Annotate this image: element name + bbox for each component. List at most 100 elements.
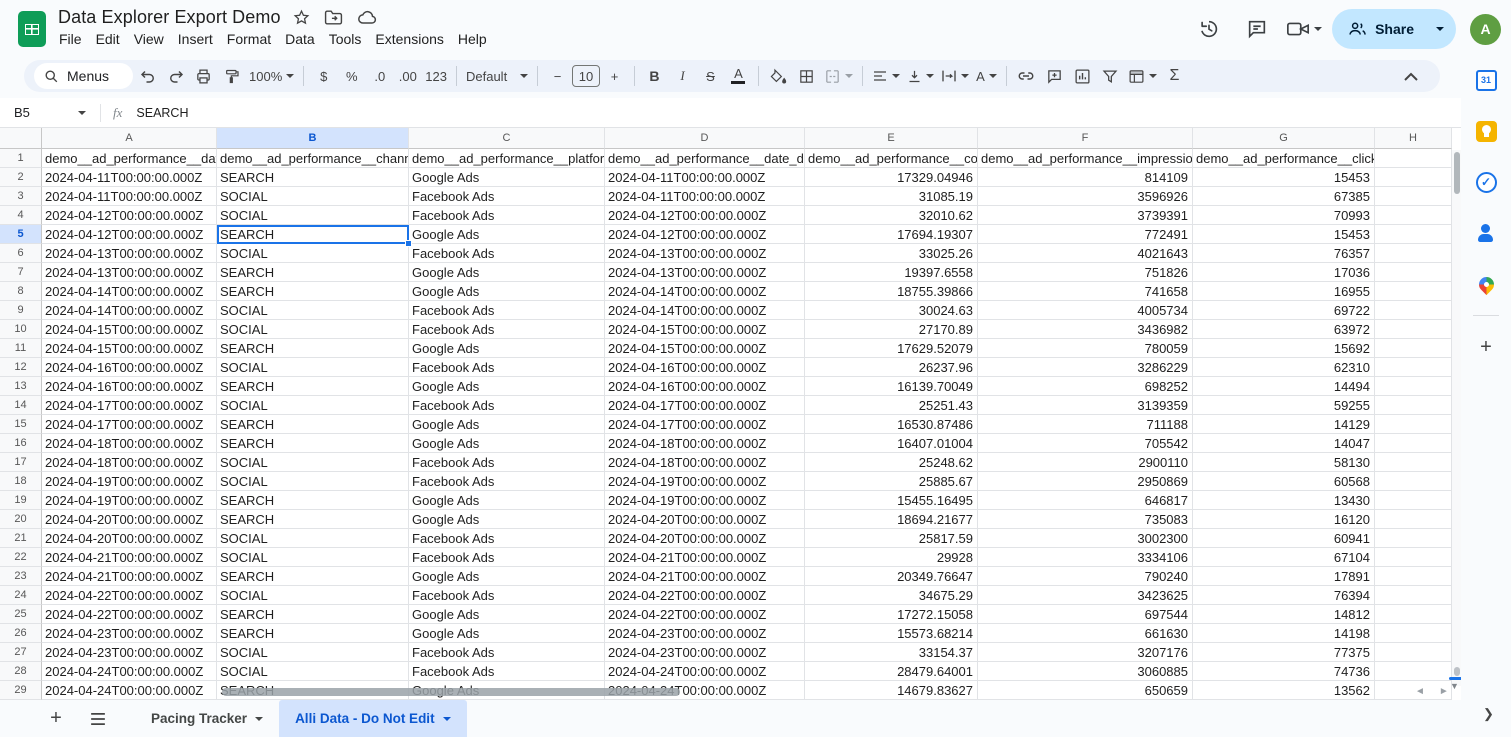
cell[interactable]: demo__ad_performance__date bbox=[42, 149, 217, 168]
cell[interactable] bbox=[1375, 282, 1452, 301]
cell[interactable]: 2024-04-14T00:00:00.000Z bbox=[42, 301, 217, 320]
cell[interactable]: 17891 bbox=[1193, 567, 1375, 586]
cell[interactable]: demo__ad_performance__platform bbox=[409, 149, 605, 168]
cell[interactable]: SEARCH bbox=[217, 624, 409, 643]
cell[interactable]: 2024-04-12T00:00:00.000Z bbox=[605, 225, 805, 244]
cell[interactable]: Google Ads bbox=[409, 434, 605, 453]
meet-button[interactable] bbox=[1286, 18, 1322, 40]
functions-button[interactable]: Σ bbox=[1161, 63, 1188, 89]
cell[interactable] bbox=[1375, 263, 1452, 282]
tab-pacing-tracker[interactable]: Pacing Tracker bbox=[135, 700, 279, 737]
cell[interactable]: 60568 bbox=[1193, 472, 1375, 491]
menu-view[interactable]: View bbox=[127, 29, 171, 49]
cell[interactable]: 2024-04-16T00:00:00.000Z bbox=[605, 377, 805, 396]
cell[interactable]: 14047 bbox=[1193, 434, 1375, 453]
cell[interactable]: 60941 bbox=[1193, 529, 1375, 548]
row-header-23[interactable]: 23 bbox=[0, 567, 42, 586]
row-header-28[interactable]: 28 bbox=[0, 662, 42, 681]
column-header-E[interactable]: E bbox=[805, 128, 978, 149]
cell[interactable]: 28479.64001 bbox=[805, 662, 978, 681]
cell[interactable]: 772491 bbox=[978, 225, 1193, 244]
cell[interactable] bbox=[1375, 377, 1452, 396]
cell[interactable] bbox=[1375, 149, 1452, 168]
tab-alli-data[interactable]: Alli Data - Do Not Edit bbox=[279, 700, 467, 737]
row-header-19[interactable]: 19 bbox=[0, 491, 42, 510]
cell[interactable]: 59255 bbox=[1193, 396, 1375, 415]
text-wrap-button[interactable] bbox=[938, 63, 972, 89]
cell[interactable]: 3139359 bbox=[978, 396, 1193, 415]
cell[interactable]: 751826 bbox=[978, 263, 1193, 282]
cell[interactable]: 17036 bbox=[1193, 263, 1375, 282]
cell[interactable] bbox=[1375, 510, 1452, 529]
row-header-20[interactable]: 20 bbox=[0, 510, 42, 529]
cell[interactable]: 2024-04-23T00:00:00.000Z bbox=[42, 643, 217, 662]
cell[interactable]: 2024-04-22T00:00:00.000Z bbox=[605, 605, 805, 624]
more-formats-button[interactable]: 123 bbox=[422, 63, 450, 89]
meet-caret-icon[interactable] bbox=[1314, 27, 1322, 31]
cell[interactable]: 780059 bbox=[978, 339, 1193, 358]
paint-format-button[interactable] bbox=[218, 63, 245, 89]
cell[interactable]: 3436982 bbox=[978, 320, 1193, 339]
cell[interactable]: 32010.62 bbox=[805, 206, 978, 225]
cell[interactable]: 29928 bbox=[805, 548, 978, 567]
cell[interactable]: 2024-04-18T00:00:00.000Z bbox=[605, 434, 805, 453]
cell[interactable]: 15573.68214 bbox=[805, 624, 978, 643]
decrease-decimal-button[interactable]: .0 bbox=[366, 63, 393, 89]
row-header-24[interactable]: 24 bbox=[0, 586, 42, 605]
cell[interactable]: SOCIAL bbox=[217, 206, 409, 225]
row-header-18[interactable]: 18 bbox=[0, 472, 42, 491]
cell[interactable]: 2024-04-17T00:00:00.000Z bbox=[605, 396, 805, 415]
insert-comment-button[interactable] bbox=[1041, 63, 1068, 89]
row-header-1[interactable]: 1 bbox=[0, 149, 42, 168]
star-icon[interactable] bbox=[293, 9, 310, 26]
cell[interactable]: 16120 bbox=[1193, 510, 1375, 529]
cell[interactable]: 13430 bbox=[1193, 491, 1375, 510]
row-header-8[interactable]: 8 bbox=[0, 282, 42, 301]
cell[interactable]: 711188 bbox=[978, 415, 1193, 434]
cell[interactable]: 2900110 bbox=[978, 453, 1193, 472]
cell[interactable]: 4021643 bbox=[978, 244, 1193, 263]
cell[interactable]: 69722 bbox=[1193, 301, 1375, 320]
cell[interactable]: Facebook Ads bbox=[409, 472, 605, 491]
filter-views-button[interactable] bbox=[1125, 63, 1160, 89]
cell[interactable]: demo__ad_performance__clicks bbox=[1193, 149, 1375, 168]
cell[interactable]: 3423625 bbox=[978, 586, 1193, 605]
cell[interactable]: 70993 bbox=[1193, 206, 1375, 225]
cell[interactable]: 27170.89 bbox=[805, 320, 978, 339]
cell[interactable]: 26237.96 bbox=[805, 358, 978, 377]
cell[interactable]: 3286229 bbox=[978, 358, 1193, 377]
cell[interactable] bbox=[1375, 662, 1452, 681]
cell[interactable]: 67104 bbox=[1193, 548, 1375, 567]
formula-input[interactable]: SEARCH bbox=[136, 106, 188, 120]
cell[interactable]: 33154.37 bbox=[805, 643, 978, 662]
vertical-scrollbar[interactable] bbox=[1451, 150, 1461, 686]
text-color-button[interactable]: A bbox=[725, 63, 752, 89]
cell[interactable]: demo__ad_performance__cost bbox=[805, 149, 978, 168]
cell[interactable] bbox=[1375, 206, 1452, 225]
merge-cells-button[interactable] bbox=[821, 63, 856, 89]
row-header-5[interactable]: 5 bbox=[0, 225, 42, 244]
cell[interactable]: 18755.39866 bbox=[805, 282, 978, 301]
print-button[interactable] bbox=[190, 63, 217, 89]
cell[interactable]: SEARCH bbox=[217, 168, 409, 187]
cell[interactable]: Google Ads bbox=[409, 225, 605, 244]
cell[interactable]: SEARCH bbox=[217, 263, 409, 282]
cell[interactable]: SOCIAL bbox=[217, 643, 409, 662]
cell[interactable]: 14494 bbox=[1193, 377, 1375, 396]
cell[interactable]: SOCIAL bbox=[217, 453, 409, 472]
horizontal-scrollbar-thumb[interactable] bbox=[222, 688, 680, 696]
cell[interactable]: SOCIAL bbox=[217, 548, 409, 567]
row-header-12[interactable]: 12 bbox=[0, 358, 42, 377]
cell[interactable]: SOCIAL bbox=[217, 187, 409, 206]
cell[interactable] bbox=[1375, 491, 1452, 510]
cell[interactable]: 2024-04-16T00:00:00.000Z bbox=[42, 358, 217, 377]
row-header-10[interactable]: 10 bbox=[0, 320, 42, 339]
avatar[interactable]: A bbox=[1470, 14, 1501, 45]
cell[interactable]: 705542 bbox=[978, 434, 1193, 453]
borders-button[interactable] bbox=[793, 63, 820, 89]
scroll-right-arrow-icon[interactable]: ► bbox=[1439, 686, 1449, 697]
cell[interactable]: Facebook Ads bbox=[409, 529, 605, 548]
cell[interactable]: SEARCH bbox=[217, 282, 409, 301]
cell[interactable]: Google Ads bbox=[409, 567, 605, 586]
row-header-6[interactable]: 6 bbox=[0, 244, 42, 263]
